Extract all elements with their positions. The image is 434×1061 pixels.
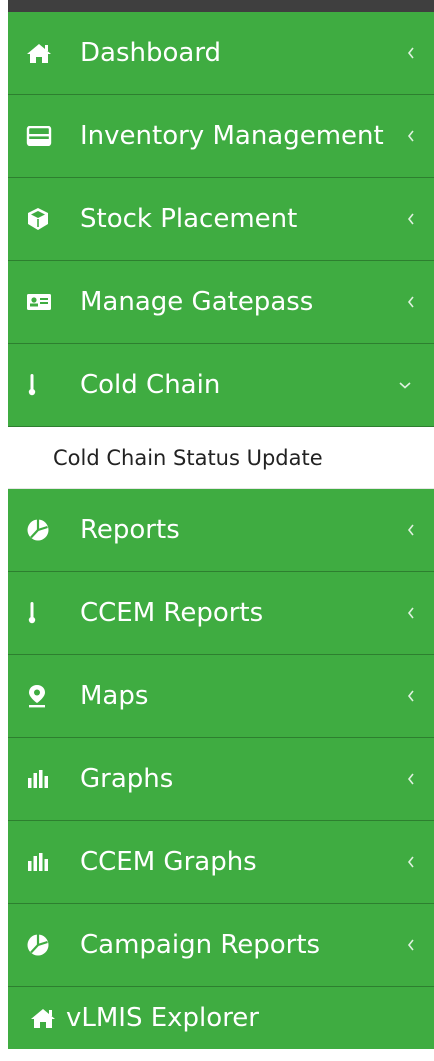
sidebar-item-manage-gatepass[interactable]: Manage Gatepass bbox=[8, 261, 434, 344]
inbox-icon bbox=[26, 121, 66, 151]
sidebar-item-ccem-graphs[interactable]: CCEM Graphs bbox=[8, 821, 434, 904]
chevron-left-icon bbox=[406, 689, 416, 703]
sidebar-item-maps[interactable]: Maps bbox=[8, 655, 434, 738]
thermometer-icon bbox=[26, 370, 66, 400]
sidebar-item-label: Graphs bbox=[80, 764, 174, 794]
chevron-left-icon bbox=[406, 523, 416, 537]
chevron-left-icon bbox=[406, 772, 416, 786]
sidebar: Dashboard Inventory Management Stock Pla… bbox=[0, 0, 434, 1061]
home-icon bbox=[30, 1003, 60, 1033]
sidebar-menu: Dashboard Inventory Management Stock Pla… bbox=[8, 12, 434, 1049]
sidebar-item-label: Inventory Management bbox=[80, 121, 384, 151]
sidebar-item-label: Stock Placement bbox=[80, 204, 298, 234]
sidebar-item-inventory-management[interactable]: Inventory Management bbox=[8, 95, 434, 178]
submenu-item-cold-chain-status-update[interactable]: Cold Chain Status Update bbox=[8, 427, 434, 489]
pie-chart-icon bbox=[26, 515, 66, 545]
sidebar-item-label: Cold Chain bbox=[80, 370, 221, 400]
sidebar-item-cold-chain[interactable]: Cold Chain bbox=[8, 344, 434, 427]
chevron-left-icon bbox=[406, 212, 416, 226]
sidebar-item-label: Campaign Reports bbox=[80, 930, 321, 960]
sidebar-item-label: Maps bbox=[80, 681, 149, 711]
sidebar-item-label: Dashboard bbox=[80, 38, 222, 68]
bar-chart-icon bbox=[26, 764, 66, 794]
id-card-icon bbox=[26, 287, 66, 317]
sidebar-item-vlmis-explorer[interactable]: vLMIS Explorer bbox=[8, 987, 434, 1049]
chevron-left-icon bbox=[406, 129, 416, 143]
sidebar-item-reports[interactable]: Reports bbox=[8, 489, 434, 572]
sidebar-item-ccem-reports[interactable]: CCEM Reports bbox=[8, 572, 434, 655]
sidebar-item-label: Manage Gatepass bbox=[80, 287, 314, 317]
pie-chart-icon bbox=[26, 930, 66, 960]
sidebar-item-dashboard[interactable]: Dashboard bbox=[8, 12, 434, 95]
sidebar-top-border bbox=[8, 0, 434, 12]
chevron-left-icon bbox=[406, 938, 416, 952]
thermometer-icon bbox=[26, 598, 66, 628]
sidebar-item-stock-placement[interactable]: Stock Placement bbox=[8, 178, 434, 261]
sidebar-item-label: CCEM Reports bbox=[80, 598, 264, 628]
chevron-down-icon bbox=[398, 380, 412, 390]
submenu-item-label: Cold Chain Status Update bbox=[53, 445, 323, 470]
map-marker-icon bbox=[26, 681, 66, 711]
sidebar-item-label: Reports bbox=[80, 515, 180, 545]
sidebar-item-campaign-reports[interactable]: Campaign Reports bbox=[8, 904, 434, 987]
chevron-left-icon bbox=[406, 606, 416, 620]
sidebar-item-graphs[interactable]: Graphs bbox=[8, 738, 434, 821]
sidebar-item-label: vLMIS Explorer bbox=[66, 1003, 259, 1033]
bar-chart-icon bbox=[26, 847, 66, 877]
chevron-left-icon bbox=[406, 46, 416, 60]
chevron-left-icon bbox=[406, 295, 416, 309]
sidebar-item-label: CCEM Graphs bbox=[80, 847, 257, 877]
chevron-left-icon bbox=[406, 855, 416, 869]
home-icon bbox=[26, 38, 66, 68]
cube-icon bbox=[26, 204, 66, 234]
